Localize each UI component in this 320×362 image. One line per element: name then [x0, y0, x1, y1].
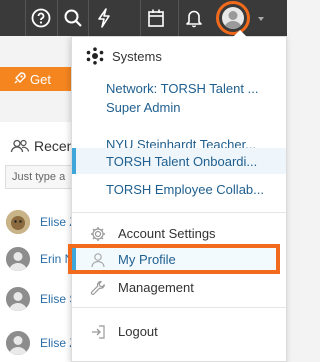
activity-button[interactable] [88, 0, 119, 36]
avatar [6, 331, 30, 355]
menu-divider [72, 307, 286, 308]
users-icon [10, 139, 30, 153]
logout-icon [92, 325, 105, 339]
calendar-icon [148, 9, 164, 27]
system-item-torsh-employee[interactable]: TORSH Employee Collab... [72, 176, 286, 202]
systems-icon [86, 47, 104, 65]
user-icon [91, 253, 105, 268]
system-item-label: Super Admin [106, 99, 181, 115]
my-profile-label: My Profile [118, 252, 176, 267]
my-profile-item[interactable]: My Profile [72, 248, 286, 272]
avatar [6, 287, 30, 311]
calendar-button[interactable] [140, 0, 171, 36]
rocket-icon [14, 72, 26, 84]
system-item-super-admin[interactable]: Super Admin [72, 94, 286, 120]
lightning-icon [98, 8, 110, 28]
system-item-label: TORSH Talent Onboardi... [106, 153, 258, 169]
account-settings-item[interactable]: Account Settings [72, 222, 286, 246]
bell-icon [186, 10, 202, 28]
recent-panel: Recen Just type a [0, 122, 80, 362]
avatar [6, 247, 30, 271]
avatar [6, 210, 30, 234]
help-button[interactable] [25, 0, 56, 36]
search-button[interactable] [57, 0, 88, 36]
avatar-icon [222, 7, 244, 29]
logout-label: Logout [118, 324, 158, 339]
user-dropdown-menu: Systems Network: TORSH Talent ... Super … [68, 30, 287, 362]
help-icon [31, 8, 51, 28]
recent-heading: Recen [10, 138, 74, 154]
menu-divider [72, 212, 286, 213]
wrench-icon [90, 280, 105, 295]
management-item[interactable]: Management [72, 276, 286, 300]
get-started-button[interactable]: Get [0, 67, 80, 91]
system-item-torsh-talent-onboarding[interactable]: TORSH Talent Onboardi... [72, 148, 286, 174]
get-started-label: Get [30, 71, 51, 87]
notifications-button[interactable] [178, 0, 209, 36]
logout-item[interactable]: Logout [72, 320, 286, 344]
systems-heading: Systems [86, 47, 162, 65]
gear-icon [91, 227, 105, 241]
management-label: Management [118, 280, 194, 295]
account-settings-label: Account Settings [118, 226, 216, 241]
search-icon [64, 9, 82, 27]
chevron-down-icon [258, 17, 264, 21]
menu-pointer [233, 30, 247, 37]
systems-heading-label: Systems [112, 48, 162, 64]
recent-title: Recen [34, 138, 75, 154]
system-item-label: TORSH Employee Collab... [106, 181, 264, 197]
recent-search-input[interactable]: Just type a [5, 165, 80, 189]
